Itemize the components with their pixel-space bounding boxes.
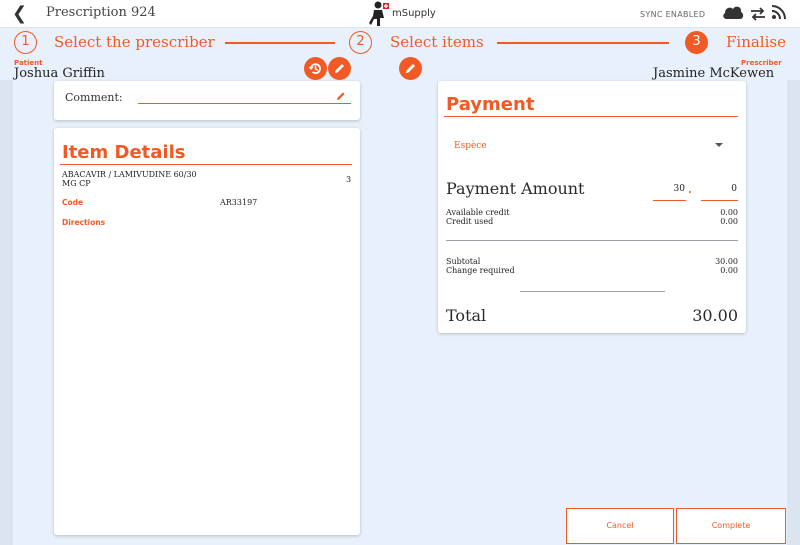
back-arrow-icon[interactable]: ❮ <box>12 3 27 24</box>
right-side-panel <box>787 80 800 545</box>
amount-whole-underline <box>653 200 686 201</box>
wizard-stepper: 1 Select the prescriber 2 Select items 3… <box>0 28 800 58</box>
rss-feed-icon[interactable] <box>772 5 786 19</box>
cancel-button[interactable]: Cancel <box>566 508 674 544</box>
sync-status: SYNC ENABLED <box>640 10 706 19</box>
payment-divider <box>444 116 738 117</box>
change-required-label: Change required <box>446 266 515 275</box>
left-side-panel <box>0 80 13 545</box>
logo-figure-icon <box>369 1 389 26</box>
item-details-heading: Item Details <box>62 142 186 163</box>
credit-used-label: Credit used <box>446 217 494 226</box>
comment-card: Comment: <box>54 81 360 120</box>
payment-card: Payment Espèce Payment Amount 30 0 Avail… <box>438 81 746 333</box>
pencil-icon <box>406 64 415 73</box>
payment-amount-cents-input[interactable]: 0 <box>701 184 737 194</box>
history-button[interactable] <box>304 57 327 80</box>
top-bar: ❮ Prescription 924 mSupply SYNC ENABLED <box>0 0 800 28</box>
payment-method-value: Espèce <box>454 141 487 151</box>
total-label: Total <box>446 306 487 325</box>
logo-text: mSupply <box>392 8 436 19</box>
total-value: 30.00 <box>692 306 738 325</box>
subtotal-label: Subtotal <box>446 257 481 266</box>
subtotal-value: 30.00 <box>715 257 738 266</box>
available-credit-value: 0.00 <box>720 208 738 217</box>
credit-used-value: 0.00 <box>720 217 738 226</box>
change-required-value: 0.00 <box>720 266 738 275</box>
code-value: AR33197 <box>220 198 258 207</box>
change-divider <box>520 291 665 292</box>
decimal-separator <box>689 191 691 193</box>
comment-label: Comment: <box>65 91 123 104</box>
payment-heading: Payment <box>446 94 535 115</box>
item-quantity: 3 <box>346 175 352 184</box>
history-icon <box>308 63 321 75</box>
prescriber-name: Jasmine McKewen <box>653 66 775 81</box>
step-1-circle[interactable]: 1 <box>14 31 37 54</box>
dropdown-arrow-icon <box>715 143 723 147</box>
cloud-icon[interactable] <box>722 4 744 20</box>
patient-name: Joshua Griffin <box>14 66 105 81</box>
item-name-line-2: MG CP <box>62 179 91 188</box>
page-title: Prescription 924 <box>46 5 156 20</box>
edit-prescriber-button[interactable] <box>399 57 422 80</box>
comment-input[interactable] <box>138 103 351 104</box>
payment-amount-whole-input[interactable]: 30 <box>653 184 685 194</box>
edit-comment-icon[interactable] <box>336 91 346 101</box>
item-name-line-1: ABACAVIR / LAMIVUDINE 60/30 <box>62 170 197 179</box>
step-2-label[interactable]: Select items <box>390 33 484 51</box>
step-connector-2 <box>497 42 669 44</box>
step-2-circle[interactable]: 2 <box>349 31 372 54</box>
payment-amount-label: Payment Amount <box>446 179 585 198</box>
step-3-label[interactable]: Finalise <box>726 33 786 51</box>
pencil-icon <box>335 64 344 73</box>
edit-patient-button[interactable] <box>328 57 351 80</box>
sync-arrows-icon[interactable] <box>750 7 766 21</box>
totals-divider <box>446 240 738 241</box>
step-3-circle[interactable]: 3 <box>685 31 708 54</box>
directions-label: Directions <box>62 218 106 227</box>
step-1-label[interactable]: Select the prescriber <box>54 33 215 51</box>
complete-button[interactable]: Complete <box>676 508 786 544</box>
code-label: Code <box>62 198 84 207</box>
step-connector-1 <box>225 42 335 44</box>
item-details-divider <box>60 164 352 165</box>
amount-cents-underline <box>701 200 738 201</box>
app-logo: mSupply <box>368 1 448 27</box>
available-credit-label: Available credit <box>446 208 510 217</box>
item-details-card: Item Details ABACAVIR / LAMIVUDINE 60/30… <box>54 128 360 535</box>
